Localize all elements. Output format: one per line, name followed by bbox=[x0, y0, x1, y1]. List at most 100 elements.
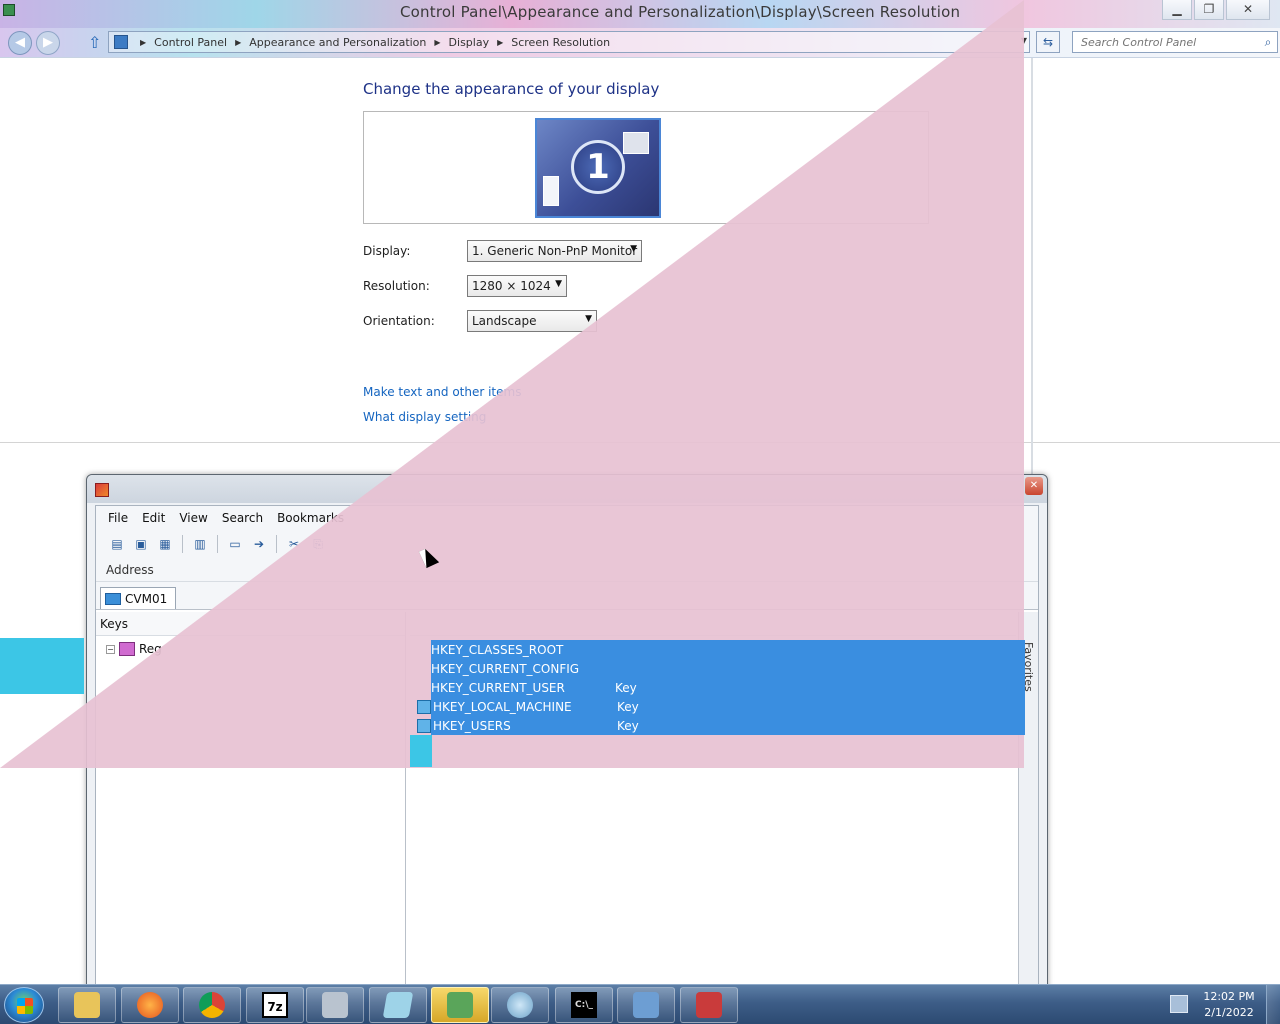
minimize-button[interactable]: ▁ bbox=[1162, 0, 1192, 20]
connect-computer-icon[interactable]: ▭ bbox=[226, 535, 244, 553]
glitch-band bbox=[410, 735, 432, 767]
refresh-button[interactable]: ⇆ bbox=[1036, 31, 1060, 53]
table-row[interactable]: HKEY_LOCAL_MACHINE Key bbox=[417, 697, 1025, 716]
address-bar[interactable]: ▶ Control Panel ▶ Appearance and Persona… bbox=[108, 31, 1030, 53]
orientation-label: Orientation: bbox=[363, 314, 435, 328]
control-panel-icon bbox=[114, 35, 128, 49]
installer-icon bbox=[507, 992, 533, 1018]
resolution-select[interactable]: 1280 × 1024 ▼ bbox=[467, 275, 567, 297]
show-desktop-button[interactable] bbox=[1266, 985, 1280, 1024]
taskbar-control-panel-active[interactable] bbox=[431, 987, 489, 1023]
taskbar-control-panel[interactable] bbox=[617, 987, 675, 1023]
row-name: HKEY_CURRENT_CONFIG bbox=[431, 661, 580, 676]
forward-button[interactable]: ▶ bbox=[36, 31, 60, 55]
orientation-select-value: Landscape bbox=[472, 314, 537, 328]
taskbar-cmd[interactable]: C:\_ bbox=[555, 987, 613, 1023]
menu-edit[interactable]: Edit bbox=[142, 511, 165, 525]
collapse-icon[interactable]: − bbox=[106, 644, 115, 654]
window-thumbnail bbox=[623, 132, 649, 154]
restore-button[interactable]: ❐ bbox=[1194, 0, 1224, 20]
page-title: Change the appearance of your display bbox=[363, 80, 660, 98]
orientation-select[interactable]: Landscape ▼ bbox=[467, 310, 597, 332]
up-arrow-icon[interactable]: ⇧ bbox=[88, 33, 104, 53]
toolbar-separator bbox=[217, 535, 218, 553]
search-box[interactable]: ⌕ bbox=[1072, 31, 1278, 53]
menu-file[interactable]: File bbox=[108, 511, 128, 525]
taskbar-archive[interactable] bbox=[306, 987, 364, 1023]
chevron-down-icon: ▼ bbox=[555, 279, 562, 289]
orientation-row: Orientation: Landscape ▼ bbox=[363, 310, 597, 332]
chevron-down-icon: ▼ bbox=[585, 314, 592, 324]
menu-search[interactable]: Search bbox=[222, 511, 263, 525]
registry-close-button[interactable]: ✕ bbox=[1025, 477, 1043, 495]
new-icon[interactable]: ▤ bbox=[108, 535, 126, 553]
taskbar-firefox[interactable] bbox=[121, 987, 179, 1023]
cmd-icon: C:\_ bbox=[571, 992, 597, 1018]
monitor-number: 1 bbox=[571, 140, 625, 194]
computer-icon bbox=[105, 592, 121, 605]
print-icon[interactable]: ▥ bbox=[191, 535, 209, 553]
table-row[interactable]: HKEY_CURRENT_CONFIG bbox=[431, 659, 1025, 678]
7zip-icon: 7z bbox=[262, 992, 288, 1018]
taskbar-installer[interactable] bbox=[491, 987, 549, 1023]
file-explorer-icon bbox=[74, 992, 100, 1018]
chevron-right-icon: ▶ bbox=[140, 37, 147, 47]
table-row[interactable]: HKEY_CURRENT_USER Key bbox=[431, 678, 1025, 697]
monitor-1-icon[interactable]: 1 bbox=[535, 118, 661, 218]
notepad-icon bbox=[382, 992, 414, 1018]
back-button[interactable]: ◀ bbox=[8, 31, 32, 55]
table-row[interactable]: HKEY_CLASSES_ROOT bbox=[431, 640, 1025, 659]
clock[interactable]: 12:02 PM 2/1/2022 bbox=[1196, 989, 1262, 1021]
clock-date: 2/1/2022 bbox=[1204, 1006, 1254, 1019]
display-row: Display: 1. Generic Non-PnP Monitor ▼ bbox=[363, 240, 642, 262]
registry-app-icon bbox=[95, 483, 109, 497]
glitch-band bbox=[0, 638, 84, 694]
row-name: HKEY_USERS bbox=[433, 718, 511, 733]
window-title: Control Panel\Appearance and Personaliza… bbox=[400, 3, 961, 21]
display-label: Display: bbox=[363, 244, 411, 258]
chevron-right-icon: ▶ bbox=[235, 37, 242, 47]
control-panel-titlebar: Control Panel\Appearance and Personaliza… bbox=[0, 0, 1280, 28]
open-folder-icon[interactable]: ▣ bbox=[132, 535, 150, 553]
breadcrumb-appearance[interactable]: Appearance and Personalization bbox=[249, 36, 426, 49]
taskbar-registry[interactable] bbox=[680, 987, 738, 1023]
breadcrumb-control-panel[interactable]: Control Panel bbox=[154, 36, 227, 49]
taskbar-file-explorer[interactable] bbox=[58, 987, 116, 1023]
breadcrumb-screen-resolution[interactable]: Screen Resolution bbox=[511, 36, 610, 49]
tab-cvm01[interactable]: CVM01 bbox=[100, 587, 177, 609]
breadcrumb-display[interactable]: Display bbox=[449, 36, 490, 49]
row-name: HKEY_CURRENT_USER bbox=[431, 680, 565, 695]
export-icon[interactable]: ➔ bbox=[250, 535, 268, 553]
clock-time: 12:02 PM bbox=[1203, 990, 1255, 1003]
control-panel-icon bbox=[633, 992, 659, 1018]
navigation-bar: ◀ ▶ ⇧ ▶ Control Panel ▶ Appearance and P… bbox=[0, 28, 1280, 58]
taskbar: 7z C:\_ 12:02 PM 2/1/2022 bbox=[0, 984, 1280, 1024]
save-icon[interactable]: ▦ bbox=[156, 535, 174, 553]
close-button[interactable]: ✕ bbox=[1226, 0, 1270, 20]
tab-label: CVM01 bbox=[125, 591, 168, 606]
taskbar-chrome[interactable] bbox=[183, 987, 241, 1023]
search-icon[interactable]: ⌕ bbox=[1259, 35, 1277, 50]
taskbar-7zip[interactable]: 7z bbox=[246, 987, 304, 1023]
row-type: Key bbox=[615, 680, 637, 695]
toolbar-separator bbox=[276, 535, 277, 553]
taskbar-notepad[interactable] bbox=[369, 987, 427, 1023]
key-icon bbox=[417, 699, 431, 714]
menu-view[interactable]: View bbox=[179, 511, 207, 525]
search-input[interactable] bbox=[1073, 35, 1259, 49]
chevron-down-icon: ▼ bbox=[630, 244, 637, 254]
network-icon[interactable] bbox=[1170, 995, 1188, 1013]
row-name: HKEY_CLASSES_ROOT bbox=[431, 642, 564, 657]
control-panel-app-icon bbox=[3, 4, 15, 16]
display-select[interactable]: 1. Generic Non-PnP Monitor ▼ bbox=[467, 240, 642, 262]
address-label: Address bbox=[106, 562, 154, 577]
firefox-icon bbox=[137, 992, 163, 1018]
archive-icon bbox=[322, 992, 348, 1018]
start-button[interactable] bbox=[4, 987, 44, 1023]
window-thumbnail bbox=[543, 176, 559, 206]
row-type: Key bbox=[617, 699, 639, 714]
display-select-value: 1. Generic Non-PnP Monitor bbox=[472, 244, 638, 258]
table-row[interactable]: HKEY_USERS Key bbox=[417, 716, 1025, 735]
resolution-label: Resolution: bbox=[363, 279, 430, 293]
key-icon bbox=[417, 718, 431, 733]
